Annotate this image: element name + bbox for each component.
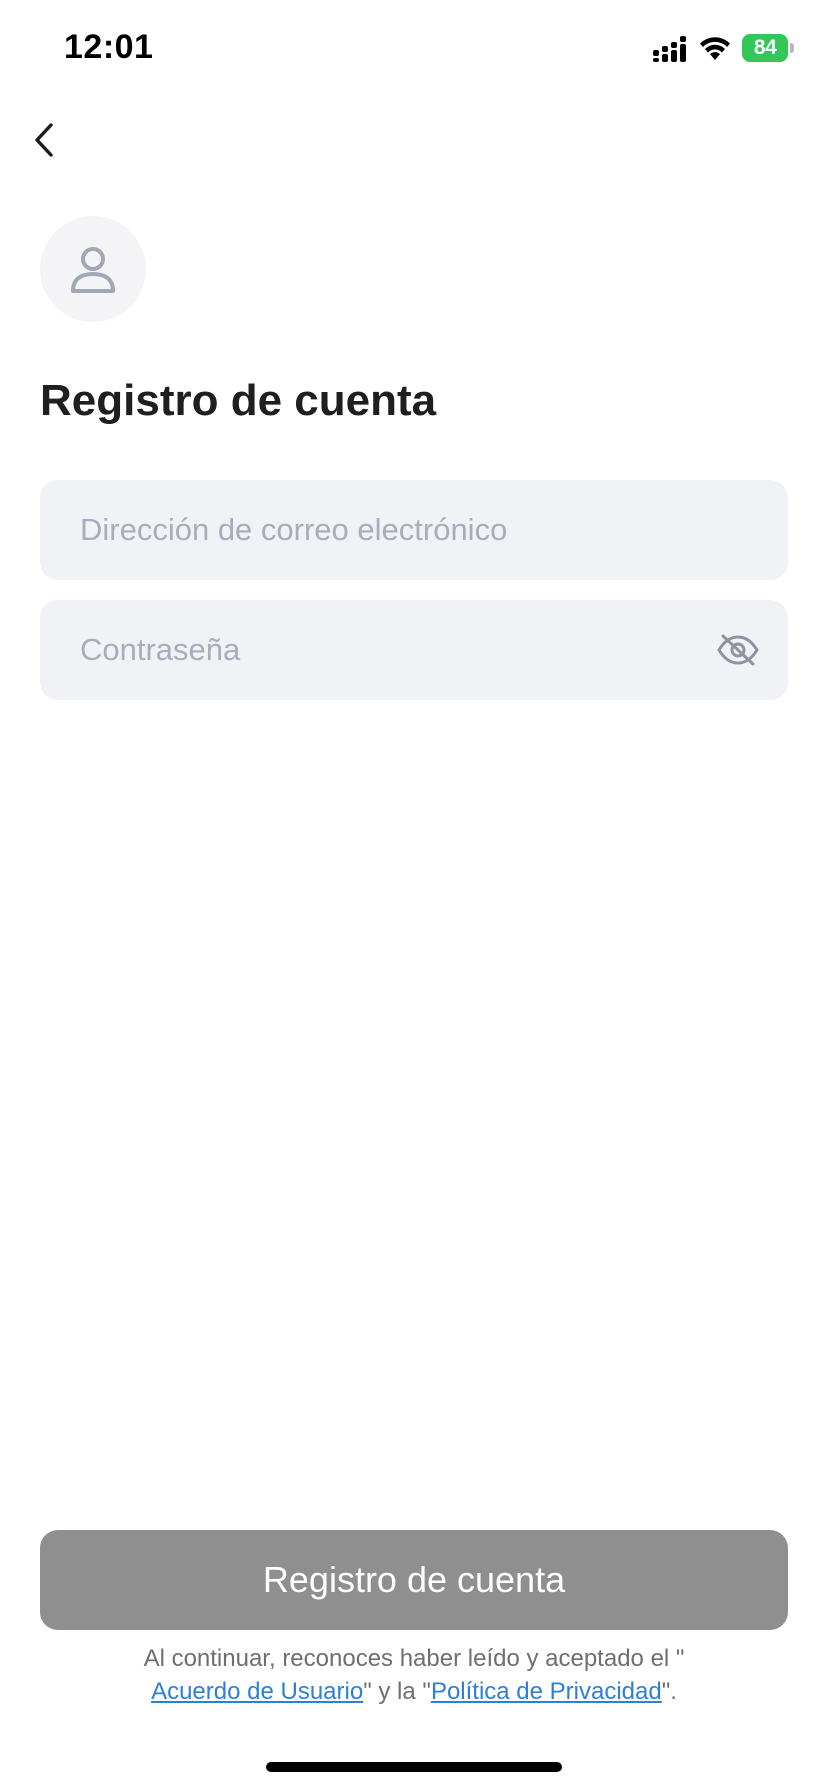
battery-icon: 84 <box>742 34 794 62</box>
battery-cap <box>790 43 794 53</box>
chevron-left-icon <box>35 123 53 157</box>
legal-notice: Al continuar, reconoces haber leído y ac… <box>40 1642 788 1708</box>
user-icon <box>71 247 115 293</box>
battery-level: 84 <box>742 34 789 62</box>
avatar <box>40 216 146 322</box>
password-field[interactable] <box>80 632 748 668</box>
eye-off-icon <box>717 634 759 666</box>
registration-screen: 12:01 84 Registro de cuenta Dirección de… <box>0 0 828 1792</box>
page-title: Registro de cuenta <box>40 376 437 425</box>
password-field-container <box>40 600 788 700</box>
legal-middle: " y la " <box>363 1678 431 1705</box>
privacy-policy-link[interactable]: Política de Privacidad <box>431 1678 662 1705</box>
home-indicator[interactable] <box>266 1762 562 1772</box>
back-button[interactable] <box>24 118 64 162</box>
register-button[interactable]: Registro de cuenta <box>40 1530 788 1630</box>
email-field-container <box>40 480 788 580</box>
signal-icon <box>653 36 686 62</box>
status-time: 12:01 <box>64 28 154 66</box>
status-icons: 84 <box>652 34 794 62</box>
password-visibility-toggle[interactable] <box>716 630 760 670</box>
legal-suffix: ". <box>661 1678 677 1705</box>
email-field[interactable] <box>80 512 748 548</box>
user-agreement-link[interactable]: Acuerdo de Usuario <box>151 1678 363 1705</box>
legal-prefix: Al continuar, reconoces haber leído y ac… <box>143 1645 685 1672</box>
wifi-icon <box>700 37 730 60</box>
